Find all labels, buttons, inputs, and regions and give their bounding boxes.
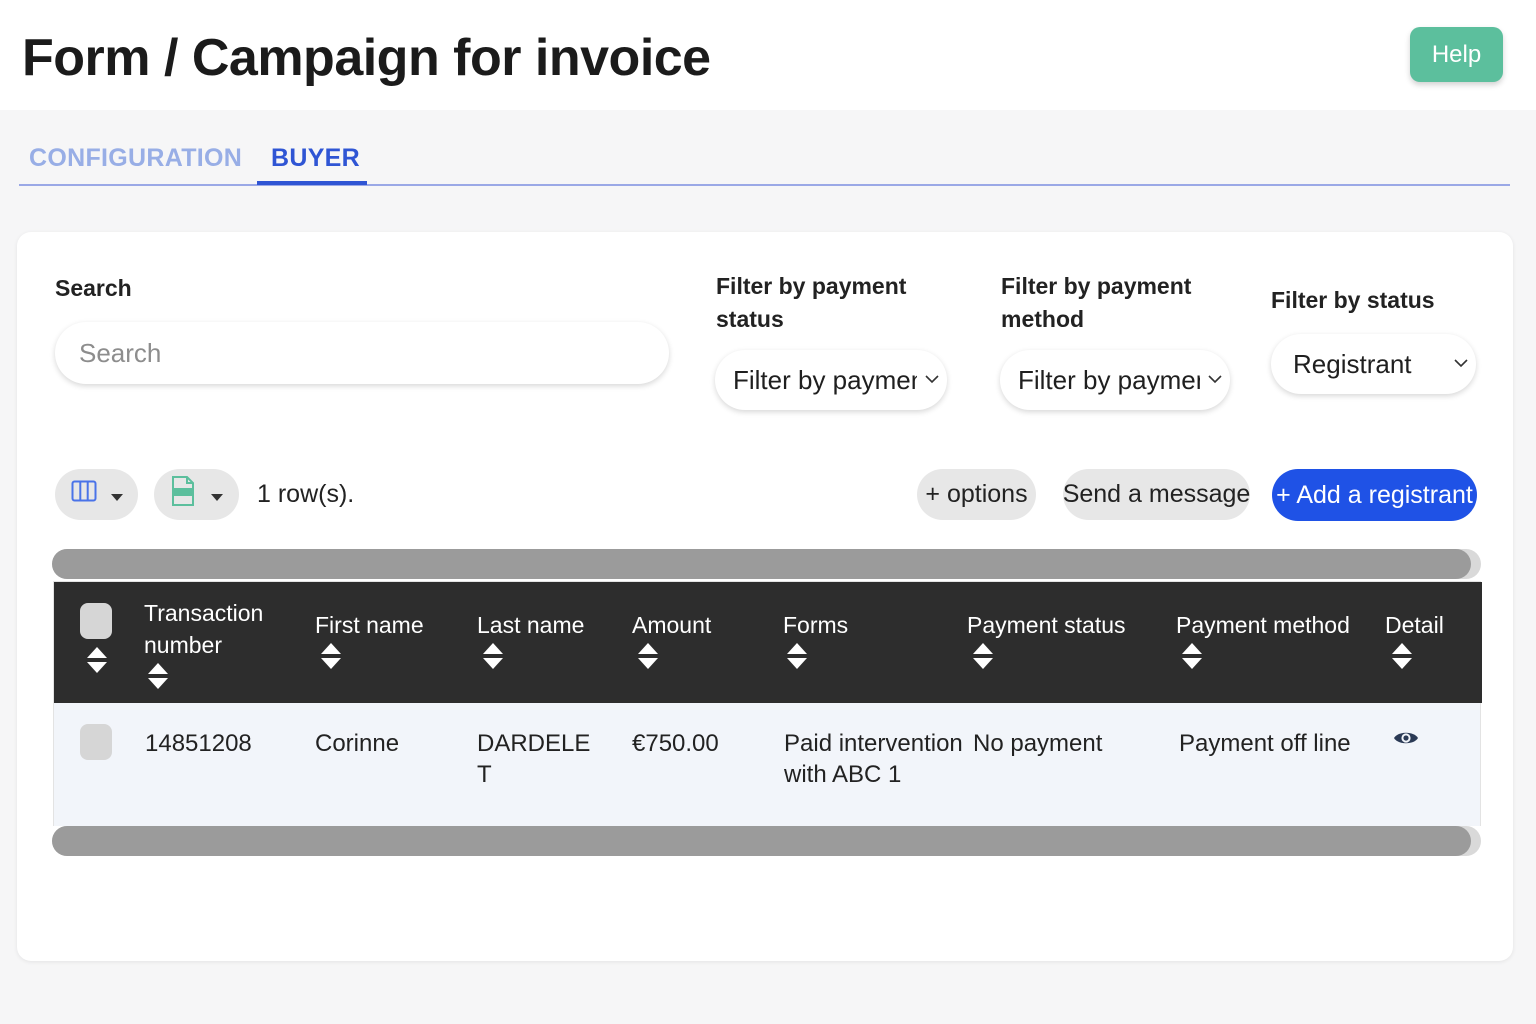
- cell-transaction-number: 14851208: [145, 730, 252, 757]
- cell-last-name: DARDELE T: [477, 728, 590, 790]
- cell-forms-line2: with ABC 1: [784, 761, 902, 788]
- tab-buyer[interactable]: BUYER: [271, 144, 360, 173]
- sort-icon[interactable]: [638, 643, 658, 673]
- cell-forms: Paid intervention with ABC 1: [784, 728, 963, 790]
- column-header-transaction-line1: Transaction: [144, 600, 264, 626]
- cell-last-name-line1: DARDELE: [477, 730, 591, 757]
- eye-icon[interactable]: [1393, 729, 1419, 747]
- tab-bar: CONFIGURATION BUYER: [19, 130, 1510, 186]
- row-checkbox[interactable]: [80, 724, 112, 760]
- status-select-value: Registrant: [1293, 348, 1412, 379]
- cell-forms-line1: Paid intervention: [784, 730, 963, 757]
- payment-method-select-value: Filter by payment m: [1018, 364, 1200, 395]
- payment-method-select[interactable]: Filter by payment m: [1000, 350, 1230, 410]
- caret-down-icon: [210, 480, 223, 509]
- column-header-payment-method[interactable]: Payment method: [1176, 609, 1350, 673]
- payment-method-filter-label-line2: method: [1001, 306, 1085, 332]
- column-header-payment-method-label: Payment method: [1176, 612, 1350, 638]
- payment-method-filter-label: Filter by payment method: [1001, 270, 1191, 336]
- sort-icon[interactable]: [321, 643, 341, 673]
- column-header-detail[interactable]: Detail: [1385, 609, 1444, 673]
- column-header-last-name-label: Last name: [477, 612, 585, 638]
- search-input[interactable]: [55, 322, 669, 384]
- chevron-down-icon: [1200, 371, 1230, 389]
- payment-status-filter-label: Filter by payment status: [716, 270, 906, 336]
- scrollbar-thumb[interactable]: [52, 826, 1471, 856]
- columns-icon: [71, 480, 97, 509]
- horizontal-scrollbar-bottom[interactable]: [52, 826, 1481, 856]
- caret-down-icon: [110, 480, 123, 509]
- tab-configuration[interactable]: CONFIGURATION: [29, 144, 242, 173]
- column-header-forms[interactable]: Forms: [783, 609, 848, 673]
- options-button[interactable]: + options: [917, 469, 1036, 520]
- cell-last-name-line2: T: [477, 761, 492, 788]
- scrollbar-thumb[interactable]: [52, 549, 1471, 579]
- table-row[interactable]: 14851208 Corinne DARDELE T €750.00 Paid …: [54, 703, 1480, 826]
- status-select[interactable]: Registrant: [1271, 334, 1476, 394]
- top-bar: Form / Campaign for invoice Help: [0, 0, 1536, 110]
- rows-count: 1 row(s).: [257, 480, 355, 508]
- sort-icon[interactable]: [973, 643, 993, 673]
- sort-icon[interactable]: [87, 647, 107, 677]
- columns-toggle-button[interactable]: [55, 469, 138, 520]
- column-header-amount[interactable]: Amount: [632, 609, 711, 673]
- payment-status-select-value: Filter by payment s: [733, 364, 917, 395]
- search-label: Search: [55, 275, 132, 301]
- column-header-amount-label: Amount: [632, 612, 712, 638]
- chevron-down-icon: [917, 371, 947, 389]
- payment-method-filter-label-line1: Filter by payment: [1001, 273, 1192, 299]
- column-header-first-name-label: First name: [315, 612, 424, 638]
- horizontal-scrollbar-top[interactable]: [52, 549, 1481, 579]
- column-header-transaction-line2: number: [144, 632, 222, 658]
- send-message-button[interactable]: Send a message: [1063, 469, 1250, 520]
- select-all-checkbox[interactable]: [80, 603, 112, 639]
- table-header: Transaction number First name Last name …: [54, 582, 1482, 703]
- column-header-payment-status-label: Payment status: [967, 612, 1126, 638]
- chevron-down-icon: [1446, 355, 1476, 373]
- xlsx-export-icon: [171, 476, 195, 513]
- buyer-panel: Search Filter by payment status Filter b…: [17, 232, 1513, 961]
- cell-payment-status: No payment: [973, 730, 1103, 757]
- cell-payment-method: Payment off line: [1179, 730, 1351, 757]
- sort-icon[interactable]: [148, 663, 168, 693]
- sort-icon[interactable]: [1392, 643, 1412, 673]
- column-header-first-name[interactable]: First name: [315, 609, 424, 673]
- payment-status-filter-label-line1: Filter by payment: [716, 273, 907, 299]
- payment-status-select[interactable]: Filter by payment s: [715, 350, 947, 410]
- column-header-payment-status[interactable]: Payment status: [967, 609, 1126, 673]
- cell-amount: €750.00: [632, 730, 719, 757]
- status-filter-label: Filter by status: [1271, 287, 1435, 313]
- add-registrant-button[interactable]: + Add a registrant: [1272, 469, 1477, 521]
- column-header-detail-label: Detail: [1385, 612, 1444, 638]
- export-button[interactable]: [154, 469, 239, 520]
- sort-icon[interactable]: [483, 643, 503, 673]
- sort-icon[interactable]: [787, 643, 807, 673]
- sort-icon[interactable]: [1182, 643, 1202, 673]
- column-header-forms-label: Forms: [783, 612, 849, 638]
- column-header-transaction-number[interactable]: Transaction number: [144, 597, 263, 693]
- column-header-last-name[interactable]: Last name: [477, 609, 584, 673]
- cell-first-name: Corinne: [315, 730, 400, 757]
- page-title: Form / Campaign for invoice: [22, 29, 711, 87]
- active-tab-indicator: [257, 181, 367, 185]
- payment-status-filter-label-line2: status: [716, 306, 784, 332]
- registrants-table: Transaction number First name Last name …: [53, 581, 1482, 826]
- help-button[interactable]: Help: [1410, 27, 1503, 82]
